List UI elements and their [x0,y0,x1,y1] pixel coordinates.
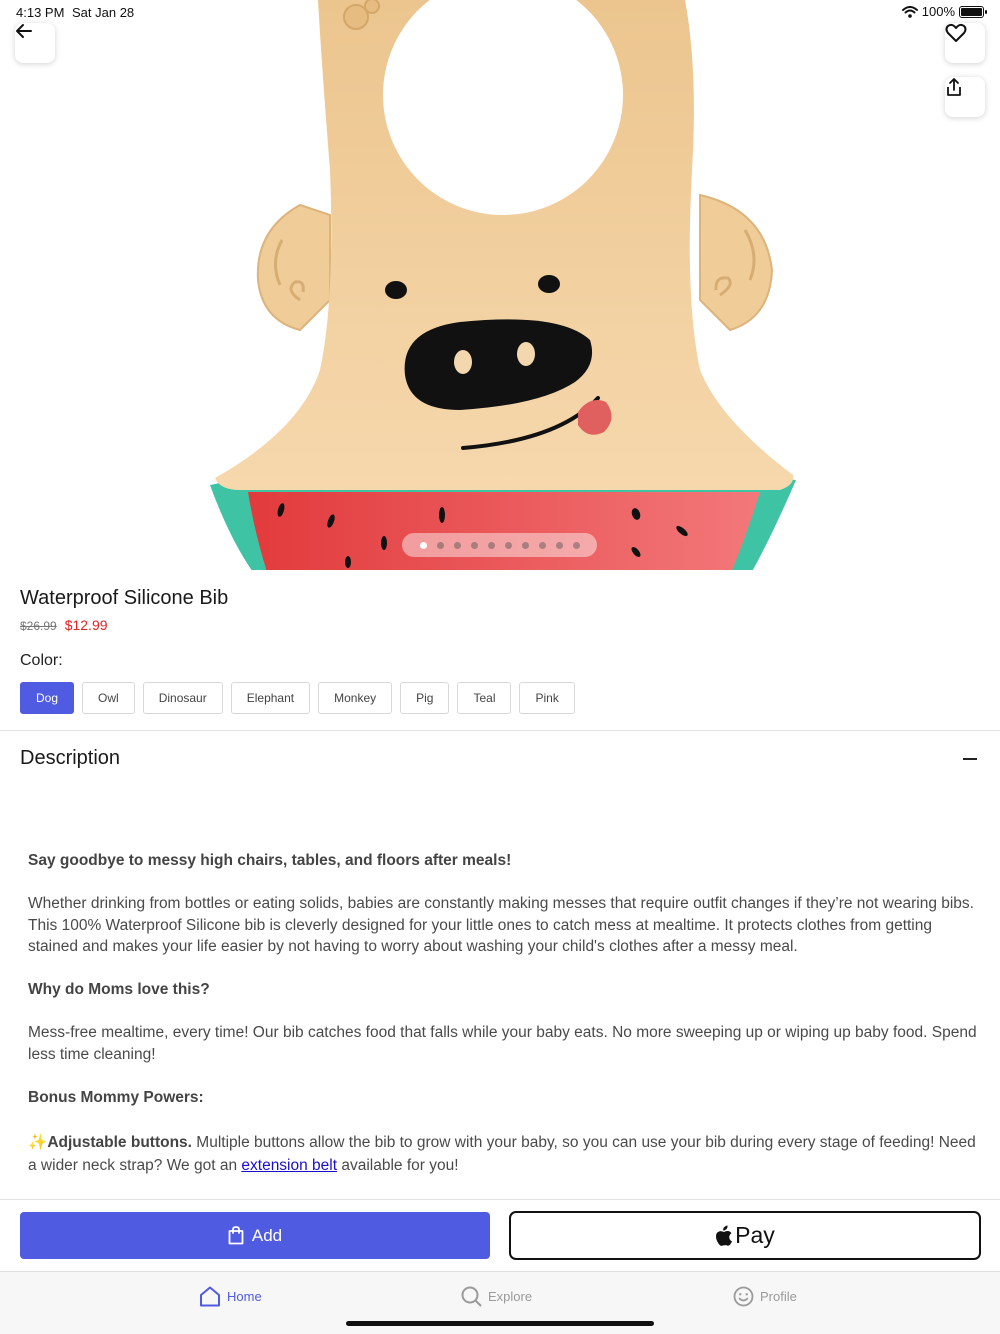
status-indicators: 100% [901,4,987,19]
back-button[interactable] [15,23,55,63]
heart-icon [945,23,967,42]
feature-title: Adjustable buttons. [47,1134,192,1151]
color-option-pig[interactable]: Pig [400,682,450,714]
color-option-monkey[interactable]: Monkey [318,682,393,714]
home-icon [200,1286,220,1307]
description-paragraph: Whether drinking from bottles or eating … [28,895,974,955]
description-subheading: Why do Moms love this? [28,981,210,998]
tab-explore[interactable]: Explore [461,1286,532,1307]
carousel-dot[interactable] [419,541,427,549]
tab-label: Home [227,1289,262,1304]
divider [0,730,1000,731]
feature-text-end: available for you! [337,1156,459,1174]
carousel-dot[interactable] [504,541,512,549]
shopping-bag-icon [228,1226,244,1245]
carousel-dot[interactable] [470,541,478,549]
arrow-left-icon [16,24,32,38]
battery-icon [959,5,987,18]
carousel-dot[interactable] [487,541,495,549]
add-button-label: Add [251,1225,283,1245]
carousel-dot[interactable] [521,541,529,549]
home-indicator [346,1321,654,1326]
color-option-dog[interactable]: Dog [20,682,75,714]
sparkle-icon: ✨ [28,1134,48,1151]
color-option-pink[interactable]: Pink [519,682,575,714]
color-label: Color: [20,652,63,669]
product-title: Waterproof Silicone Bib [20,587,229,609]
status-bar: 4:13 PM Sat Jan 28 100% [0,0,1000,24]
status-time: 4:13 PM [16,5,65,20]
description-paragraph: Mess-free mealtime, every time! Our bib … [28,1024,977,1063]
battery-percent: 100% [921,4,955,19]
carousel-dot[interactable] [572,541,580,549]
color-option-teal[interactable]: Teal [457,682,512,714]
color-option-owl[interactable]: Owl [82,682,135,714]
original-price: $26.99 [20,619,57,633]
color-options: Dog Owl Dinosaur Elephant Monkey Pig Tea… [20,682,575,714]
status-date: Sat Jan 28 [72,5,135,20]
color-option-dinosaur[interactable]: Dinosaur [142,682,223,714]
product-image-carousel[interactable] [0,0,1000,570]
sale-price: $12.99 [64,617,108,633]
tab-label: Profile [760,1289,797,1304]
tab-label: Explore [488,1289,533,1304]
favorite-button[interactable] [945,23,985,63]
extension-belt-link[interactable]: extension belt [241,1157,337,1174]
pay-button-label: Pay [735,1222,775,1248]
price-row: $26.99 $12.99 [20,617,108,633]
carousel-dot[interactable] [538,541,546,549]
share-button[interactable] [945,77,985,117]
tab-profile[interactable]: Profile [733,1286,797,1307]
description-heading[interactable]: Description [20,747,120,770]
apple-logo-icon [716,1225,733,1246]
carousel-dot[interactable] [436,541,444,549]
wifi-icon [901,5,918,18]
description-body: Say goodbye to messy high chairs, tables… [28,850,978,1199]
color-option-elephant[interactable]: Elephant [230,682,311,714]
share-icon [947,78,961,96]
carousel-dot[interactable] [555,541,563,549]
tab-home[interactable]: Home [199,1286,262,1307]
description-subheading: Bonus Mommy Powers: [28,1088,204,1106]
product-image [210,0,796,570]
collapse-minus-icon[interactable] [963,752,977,766]
apple-pay-button[interactable]: Pay [509,1211,981,1260]
carousel-pagination [402,533,597,557]
add-to-cart-button[interactable]: Add [20,1212,490,1259]
action-bar: Add Pay [0,1199,1000,1271]
description-headline: Say goodbye to messy high chairs, tables… [28,852,512,869]
search-icon [461,1286,482,1307]
smiley-icon [733,1286,754,1307]
carousel-dot[interactable] [453,541,461,549]
